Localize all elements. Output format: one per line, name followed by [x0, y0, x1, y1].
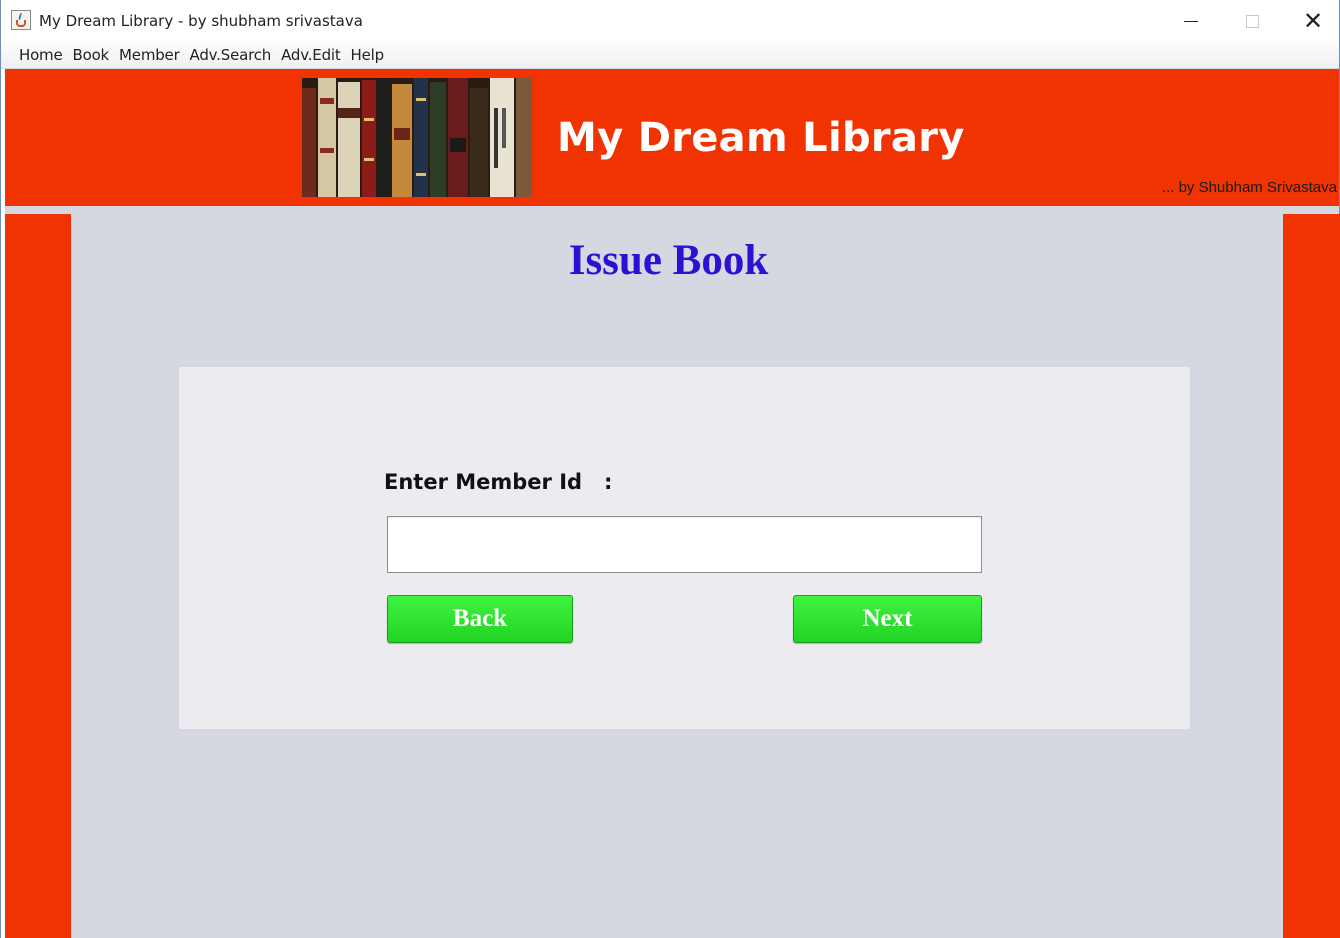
left-accent-bar — [5, 214, 71, 938]
menu-book[interactable]: Book — [68, 46, 115, 64]
issue-book-form: Enter Member Id : Back Next — [179, 367, 1190, 729]
java-icon — [11, 10, 31, 30]
title-bar[interactable]: My Dream Library - by shubham srivastava… — [1, 0, 1339, 42]
page-title: Issue Book — [568, 237, 769, 284]
minimize-button[interactable] — [1161, 0, 1221, 42]
app-title: My Dream Library — [557, 115, 965, 161]
close-button[interactable]: ✕ — [1283, 0, 1340, 42]
bookshelf-illustration — [302, 78, 532, 197]
member-id-input[interactable] — [387, 516, 982, 573]
member-id-label: Enter Member Id : — [384, 470, 613, 494]
menu-bar: Home Book Member Adv.Search Adv.Edit Hel… — [1, 42, 1339, 69]
maximize-button[interactable] — [1222, 0, 1282, 42]
window-title: My Dream Library - by shubham srivastava — [39, 12, 363, 30]
next-button[interactable]: Next — [793, 595, 982, 643]
app-window: My Dream Library - by shubham srivastava… — [0, 0, 1340, 938]
main-content: Issue Book Enter Member Id : Back Next — [71, 206, 1283, 938]
right-accent-bar — [1283, 214, 1340, 938]
minimize-icon — [1184, 20, 1198, 22]
header-banner: My Dream Library ... by Shubham Srivasta… — [5, 69, 1339, 206]
close-icon: ✕ — [1302, 7, 1324, 35]
books-image — [302, 78, 532, 197]
menu-member[interactable]: Member — [114, 46, 185, 64]
menu-help[interactable]: Help — [346, 46, 389, 64]
maximize-icon — [1245, 14, 1259, 28]
menu-adv-edit[interactable]: Adv.Edit — [276, 46, 345, 64]
back-button[interactable]: Back — [387, 595, 573, 643]
menu-home[interactable]: Home — [14, 46, 68, 64]
menu-adv-search[interactable]: Adv.Search — [185, 46, 277, 64]
author-credit: ... by Shubham Srivastava — [1161, 179, 1337, 196]
